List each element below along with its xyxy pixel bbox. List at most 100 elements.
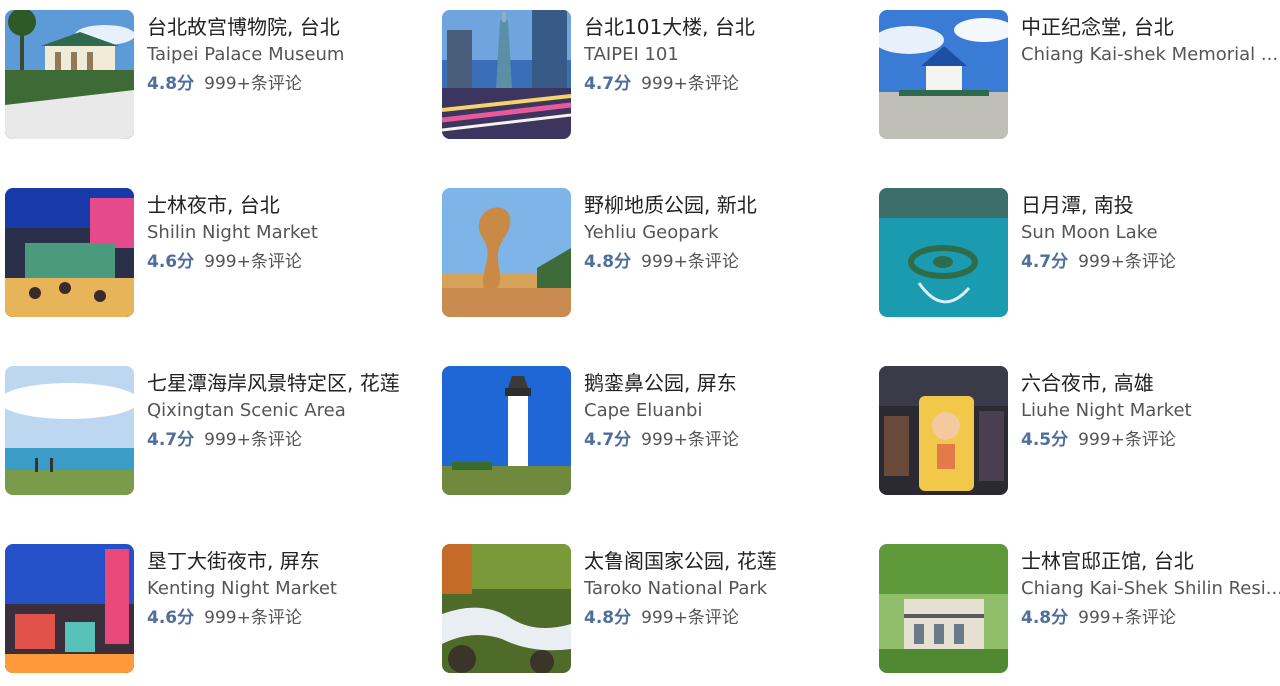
rating-score: 4.7分 [1021,252,1069,272]
attraction-subtitle: Taroko National Park [584,578,768,599]
attraction-card-sun-moon-lake[interactable]: 日月潭, 南投 Sun Moon Lake 4.7分 999+条评论 [879,188,1280,318]
attraction-photo[interactable] [442,366,571,495]
taipei-101-photo [442,10,571,139]
attraction-rating: 4.7分 999+条评论 [1021,247,1280,277]
attraction-card-taipei-101[interactable]: 台北101大楼, 台北 TAIPEI 101 4.7分 999+条评论 [442,10,862,140]
shilin-market-photo [5,188,134,317]
attraction-subtitle: Qixingtan Scenic Area [147,400,346,421]
attraction-title[interactable]: 七星潭海岸风景特定区, 花莲 [147,369,409,397]
attraction-card-shilin-market[interactable]: 士林夜市, 台北 Shilin Night Market 4.6分 999+条评论 [5,188,425,318]
rating-score: 4.5分 [1021,430,1069,450]
attraction-card-kenting[interactable]: 垦丁大街夜市, 屏东 Kenting Night Market 4.6分 999+… [5,544,425,674]
attraction-card-memorial-hall[interactable]: 中正纪念堂, 台北 Chiang Kai-shek Memorial ... [879,10,1280,140]
attraction-card-qixingtan[interactable]: 七星潭海岸风景特定区, 花莲 Qixingtan Scenic Area 4.7… [5,366,425,496]
lighthouse-photo [442,366,571,495]
attraction-info: 鹅銮鼻公园, 屏东 Cape Eluanbi 4.7分 999+条评论 [584,366,846,455]
rating-score: 4.6分 [147,252,195,272]
yehliu-rock-photo [442,188,571,317]
palace-museum-photo [5,10,134,139]
attraction-info: 日月潭, 南投 Sun Moon Lake 4.7分 999+条评论 [1021,188,1280,277]
attraction-subtitle: Yehliu Geopark [584,222,719,243]
attraction-title[interactable]: 中正纪念堂, 台北 [1021,13,1280,41]
review-count: 999+条评论 [1078,430,1176,450]
attraction-rating: 4.8分 999+条评论 [1021,603,1280,633]
kenting-street-photo [5,544,134,673]
review-count: 999+条评论 [1078,608,1176,628]
rating-score: 4.7分 [147,430,195,450]
attraction-subtitle: Chiang Kai-shek Memorial ... [1021,44,1279,65]
attraction-photo[interactable] [879,188,1008,317]
taroko-stream-photo [442,544,571,673]
review-count: 999+条评论 [204,430,302,450]
memorial-hall-photo [879,10,1008,139]
review-count: 999+条评论 [1078,252,1176,272]
rating-score: 4.8分 [584,608,632,628]
attraction-rating: 4.7分 999+条评论 [147,425,409,455]
attraction-photo[interactable] [442,544,571,673]
sun-moon-lake-photo [879,188,1008,317]
review-count: 999+条评论 [204,252,302,272]
attraction-info: 士林官邸正馆, 台北 Chiang Kai-Shek Shilin Resi..… [1021,544,1280,633]
attraction-photo[interactable] [879,10,1008,139]
attraction-photo[interactable] [5,366,134,495]
attraction-photo[interactable] [879,366,1008,495]
attraction-subtitle: Chiang Kai-Shek Shilin Resi... [1021,578,1280,599]
attraction-subtitle: Cape Eluanbi [584,400,703,421]
attraction-photo[interactable] [442,188,571,317]
attraction-card-eluanbi[interactable]: 鹅銮鼻公园, 屏东 Cape Eluanbi 4.7分 999+条评论 [442,366,862,496]
attraction-subtitle: Taipei Palace Museum [147,44,345,65]
attraction-card-shilin-residence[interactable]: 士林官邸正馆, 台北 Chiang Kai-Shek Shilin Resi..… [879,544,1280,674]
review-count: 999+条评论 [641,252,739,272]
attraction-title[interactable]: 日月潭, 南投 [1021,191,1280,219]
attraction-photo[interactable] [5,188,134,317]
attraction-info: 垦丁大街夜市, 屏东 Kenting Night Market 4.6分 999+… [147,544,409,633]
attraction-info: 六合夜市, 高雄 Liuhe Night Market 4.5分 999+条评论 [1021,366,1280,455]
attraction-rating: 4.6分 999+条评论 [147,247,409,277]
rating-score: 4.6分 [147,608,195,628]
rating-score: 4.7分 [584,430,632,450]
attraction-photo[interactable] [879,544,1008,673]
attraction-card-taroko[interactable]: 太鲁阁国家公园, 花莲 Taroko National Park 4.8分 999… [442,544,862,674]
attraction-info: 中正纪念堂, 台北 Chiang Kai-shek Memorial ... [1021,10,1280,69]
attraction-subtitle: Liuhe Night Market [1021,400,1192,421]
qixingtan-coast-photo [5,366,134,495]
attraction-info: 台北101大楼, 台北 TAIPEI 101 4.7分 999+条评论 [584,10,846,99]
review-count: 999+条评论 [204,74,302,94]
attraction-subtitle: Shilin Night Market [147,222,318,243]
attraction-card-palace-museum[interactable]: 台北故宫博物院, 台北 Taipei Palace Museum 4.8分 999… [5,10,425,140]
attraction-info: 太鲁阁国家公园, 花莲 Taroko National Park 4.8分 999… [584,544,846,633]
attraction-info: 台北故宫博物院, 台北 Taipei Palace Museum 4.8分 999… [147,10,409,99]
attraction-card-liuhe[interactable]: 六合夜市, 高雄 Liuhe Night Market 4.5分 999+条评论 [879,366,1280,496]
attraction-title[interactable]: 野柳地质公园, 新北 [584,191,846,219]
rating-score: 4.8分 [584,252,632,272]
rating-score: 4.8分 [1021,608,1069,628]
attraction-title[interactable]: 太鲁阁国家公园, 花莲 [584,547,846,575]
attraction-info: 野柳地质公园, 新北 Yehliu Geopark 4.8分 999+条评论 [584,188,846,277]
attraction-title[interactable]: 士林官邸正馆, 台北 [1021,547,1280,575]
attraction-rating: 4.8分 999+条评论 [147,69,409,99]
attraction-subtitle: Kenting Night Market [147,578,337,599]
attraction-title[interactable]: 士林夜市, 台北 [147,191,409,219]
attraction-photo[interactable] [442,10,571,139]
attraction-photo[interactable] [5,544,134,673]
attraction-rating: 4.5分 999+条评论 [1021,425,1280,455]
attraction-info: 七星潭海岸风景特定区, 花莲 Qixingtan Scenic Area 4.7… [147,366,409,455]
attraction-card-yehliu[interactable]: 野柳地质公园, 新北 Yehliu Geopark 4.8分 999+条评论 [442,188,862,318]
attraction-photo[interactable] [5,10,134,139]
attraction-rating: 4.7分 999+条评论 [584,69,846,99]
attraction-rating: 4.8分 999+条评论 [584,247,846,277]
attraction-subtitle: Sun Moon Lake [1021,222,1158,243]
attraction-title[interactable]: 六合夜市, 高雄 [1021,369,1280,397]
review-count: 999+条评论 [641,608,739,628]
review-count: 999+条评论 [641,430,739,450]
attraction-rating: 4.8分 999+条评论 [584,603,846,633]
shilin-residence-photo [879,544,1008,673]
rating-score: 4.8分 [147,74,195,94]
attraction-title[interactable]: 鹅銮鼻公园, 屏东 [584,369,846,397]
attraction-title[interactable]: 垦丁大街夜市, 屏东 [147,547,409,575]
liuhe-market-photo [879,366,1008,495]
attraction-title[interactable]: 台北101大楼, 台北 [584,13,846,41]
attraction-subtitle: TAIPEI 101 [584,44,679,65]
attraction-title[interactable]: 台北故宫博物院, 台北 [147,13,409,41]
review-count: 999+条评论 [641,74,739,94]
